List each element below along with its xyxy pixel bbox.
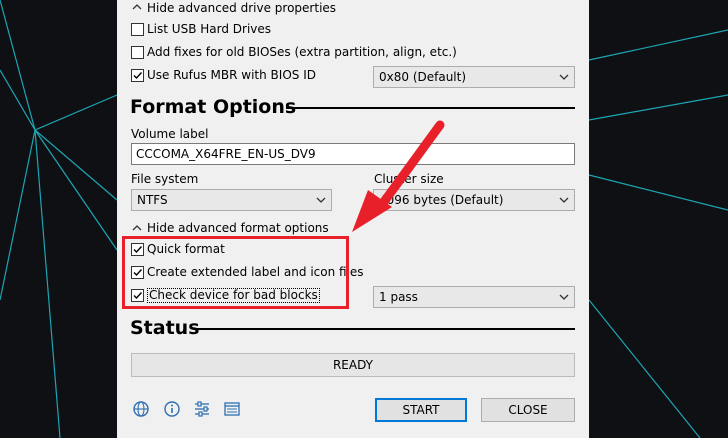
- arrow-annotation: [352, 120, 445, 232]
